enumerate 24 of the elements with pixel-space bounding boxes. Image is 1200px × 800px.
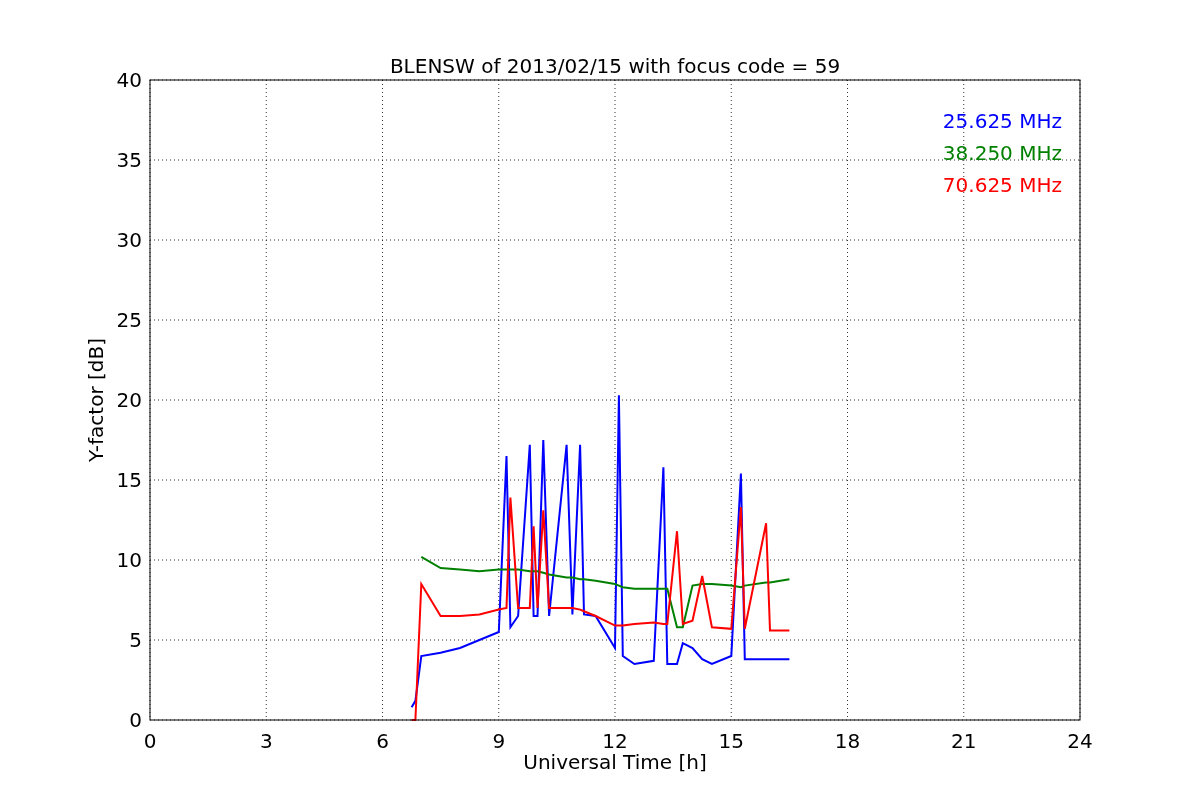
x-tick-label: 6 <box>376 729 389 753</box>
y-tick-label: 40 <box>116 68 142 92</box>
y-tick-label: 0 <box>129 708 142 732</box>
x-tick-label: 21 <box>951 729 977 753</box>
y-tick-label: 35 <box>116 148 142 172</box>
x-tick-label: 15 <box>718 729 744 753</box>
x-tick-label: 9 <box>492 729 506 753</box>
x-tick-label: 24 <box>1067 729 1093 753</box>
x-tick-label: 18 <box>834 729 861 753</box>
y-tick-label: 10 <box>116 548 142 572</box>
y-axis-title: Y-factor [dB] <box>84 338 108 462</box>
legend-label: 70.625 MHz <box>942 173 1062 197</box>
y-tick-label: 25 <box>116 308 142 332</box>
x-tick-label: 12 <box>602 729 628 753</box>
x-tick-label: 3 <box>259 729 273 753</box>
legend-label: 38.250 MHz <box>942 141 1062 165</box>
y-tick-label: 20 <box>116 388 142 412</box>
chart-title: BLENSW of 2013/02/15 with focus code = 59 <box>389 54 841 78</box>
y-tick-label: 5 <box>129 628 142 652</box>
x-axis-title: Universal Time [h] <box>523 750 707 774</box>
y-tick-label: 30 <box>116 228 142 252</box>
legend-label: 25.625 MHz <box>942 109 1062 133</box>
x-tick-label: 0 <box>143 729 157 753</box>
y-tick-label: 15 <box>116 468 142 492</box>
